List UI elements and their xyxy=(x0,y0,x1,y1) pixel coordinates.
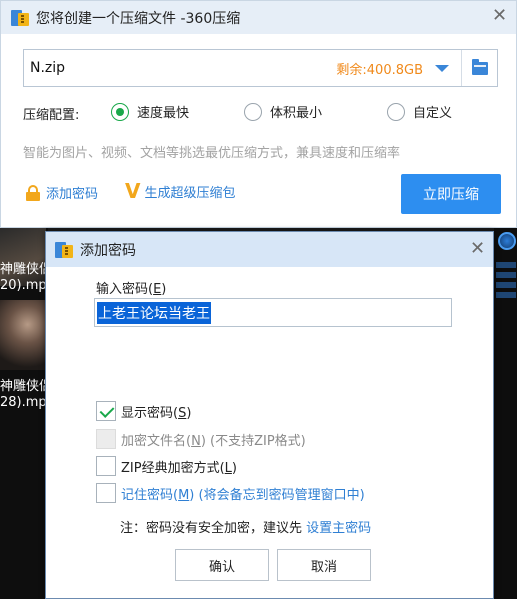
browse-folder-button[interactable] xyxy=(461,50,497,86)
radio-label: 自定义 xyxy=(413,106,453,121)
radio-icon xyxy=(387,102,405,121)
lock-icon xyxy=(26,184,40,201)
zip-app-icon xyxy=(11,9,29,27)
add-password-dialog: 添加密码 ✕ 输入密码(E) 上老王论坛当老王 显示密码(S) 加密文件名(N)… xyxy=(45,231,494,599)
password-input[interactable]: 上老王论坛当老王 xyxy=(94,298,452,327)
super-package-link[interactable]: V 生成超级压缩包 xyxy=(125,181,236,201)
cancel-button[interactable]: 取消 xyxy=(277,549,371,581)
zip-app-icon xyxy=(55,241,73,259)
radio-label: 速度最快 xyxy=(137,106,190,121)
radio-smallest[interactable]: 体积最小 xyxy=(244,102,322,121)
zip-classic-label: ZIP经典加密方式(L) xyxy=(121,460,237,476)
password-label: 输入密码(E) xyxy=(96,282,167,297)
compress-now-button[interactable]: 立即压缩 xyxy=(401,174,501,214)
folder-icon xyxy=(471,58,488,75)
super-package-label: 生成超级压缩包 xyxy=(144,185,236,201)
add-password-label: 添加密码 xyxy=(46,187,99,202)
checkbox-icon xyxy=(96,429,116,449)
remember-password-checkbox[interactable]: 记住密码(M) (将会备忘到密码管理窗口中) xyxy=(96,483,365,503)
compression-hint: 智能为图片、视频、文档等挑选最优压缩方式，兼具速度和压缩率 xyxy=(23,146,401,161)
dialog-title: 添加密码 xyxy=(80,242,136,259)
ok-button[interactable]: 确认 xyxy=(175,549,269,581)
checkbox-checked-icon xyxy=(96,401,116,421)
remember-password-label: 记住密码(M) (将会备忘到密码管理窗口中) xyxy=(121,487,365,503)
window-title: 您将创建一个压缩文件 -360压缩 xyxy=(36,10,241,27)
dropdown-arrow-icon[interactable] xyxy=(435,64,449,72)
radio-selected-icon xyxy=(111,102,129,121)
file-label[interactable]: 20).mp xyxy=(0,278,47,293)
v-badge-icon: V xyxy=(125,179,141,203)
compress-window: 您将创建一个压缩文件 -360压缩 ✕ N.zip 剩余:400.8GB 压缩配… xyxy=(0,0,517,228)
radio-fastest[interactable]: 速度最快 xyxy=(111,102,189,121)
config-label: 压缩配置: xyxy=(23,108,80,123)
security-note: 注：密码没有安全加密，建议先 设置主密码 xyxy=(120,521,372,536)
file-label[interactable]: 28).mp xyxy=(0,395,47,410)
close-icon[interactable]: ✕ xyxy=(470,240,485,258)
add-password-link[interactable]: 添加密码 xyxy=(26,183,98,202)
show-password-checkbox[interactable]: 显示密码(S) xyxy=(96,401,191,421)
set-master-password-link[interactable]: 设置主密码 xyxy=(306,521,371,536)
radio-label: 体积最小 xyxy=(270,106,323,121)
checkbox-icon xyxy=(96,456,116,476)
video-thumbnail[interactable] xyxy=(0,300,46,370)
output-path-field[interactable]: N.zip 剩余:400.8GB xyxy=(23,49,498,87)
show-password-label: 显示密码(S) xyxy=(121,405,192,421)
password-value[interactable]: 上老王论坛当老王 xyxy=(97,301,211,324)
encrypt-filenames-label: 加密文件名(N) (不支持ZIP格式) xyxy=(121,433,306,449)
dialog-title-bar: 添加密码 ✕ xyxy=(46,232,493,267)
close-icon[interactable]: ✕ xyxy=(492,7,507,25)
zip-classic-checkbox[interactable]: ZIP经典加密方式(L) xyxy=(96,456,237,476)
title-bar: 您将创建一个压缩文件 -360压缩 ✕ xyxy=(1,1,516,34)
output-path-input[interactable]: N.zip xyxy=(30,60,336,76)
radio-icon xyxy=(244,102,262,121)
radio-custom[interactable]: 自定义 xyxy=(387,102,452,121)
media-player-icon[interactable] xyxy=(498,232,516,250)
desktop-decoration xyxy=(496,262,516,302)
free-space-label: 剩余:400.8GB xyxy=(336,62,423,78)
checkbox-icon xyxy=(96,483,116,503)
encrypt-filenames-checkbox: 加密文件名(N) (不支持ZIP格式) xyxy=(96,429,306,449)
compression-config: 压缩配置: 速度最快 体积最小 自定义 xyxy=(23,102,503,124)
